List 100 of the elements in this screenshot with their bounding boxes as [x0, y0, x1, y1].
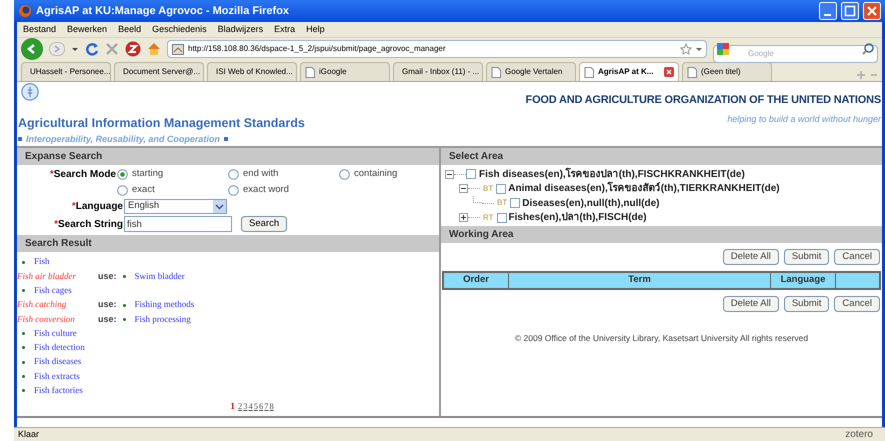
- reload-icon[interactable]: [85, 42, 99, 56]
- close-icon[interactable]: [664, 67, 674, 77]
- bullet-icon: [22, 289, 25, 292]
- bullet-icon: [122, 304, 126, 307]
- action-button[interactable]: Submit: [784, 249, 830, 265]
- menu-item[interactable]: Bewerken: [67, 22, 108, 36]
- result-link[interactable]: Swim bladder: [134, 270, 185, 284]
- language-dropdown[interactable]: English: [124, 199, 227, 214]
- tree-item[interactable]: Fish diseases(en),โรคของปลา(th),FISCHKRANKHEIT(de): [479, 166, 745, 182]
- column-header: Order: [444, 273, 509, 288]
- menu-item[interactable]: Bladwijzers: [218, 22, 264, 36]
- search-icon[interactable]: [862, 43, 874, 55]
- checkbox[interactable]: [466, 169, 476, 180]
- new-tab-icon[interactable]: [855, 69, 867, 81]
- menu-item[interactable]: Extra: [274, 22, 296, 36]
- collapse-icon[interactable]: [459, 184, 468, 194]
- bullet-icon: [22, 360, 25, 364]
- minimize-button[interactable]: [819, 2, 837, 20]
- dropdown-icon[interactable]: [71, 45, 79, 53]
- page-link[interactable]: 1: [230, 400, 235, 414]
- non-preferred-term: Fish catching: [17, 298, 68, 312]
- checkbox[interactable]: [496, 184, 506, 194]
- tree-item[interactable]: Animal diseases(en),โรคของสัตว์(th),TIERKRANKHEIT(de): [508, 181, 780, 196]
- browser-tab[interactable]: Google Vertalen: [486, 62, 576, 81]
- page-link[interactable]: 8: [270, 400, 274, 414]
- radio-label: exact word: [243, 182, 289, 197]
- expand-icon[interactable]: [459, 213, 468, 222]
- field-label: *Search String: [54, 218, 123, 232]
- back-button[interactable]: [21, 38, 43, 60]
- address-bar[interactable]: http://158.108.80.36/dspace-1_5_2/jspui/submit/page_agrovoc_manager: [167, 40, 707, 58]
- result-link[interactable]: Fish cages: [34, 284, 72, 298]
- search-string-field[interactable]: fish: [124, 216, 232, 232]
- browser-tab[interactable]: Gmail - Inbox (11) - ...: [393, 62, 483, 81]
- action-button[interactable]: Delete All: [722, 296, 779, 312]
- checkbox[interactable]: [496, 212, 507, 223]
- radio-label: end with: [243, 166, 278, 181]
- menu-item[interactable]: Help: [306, 22, 325, 36]
- slogan: helping to build a world without hunger: [727, 112, 881, 126]
- close-button[interactable]: [863, 2, 881, 20]
- radio-button[interactable]: [228, 168, 239, 180]
- tree-item[interactable]: Diseases(en),null(th),null(de): [522, 196, 660, 211]
- radio-button[interactable]: [117, 168, 128, 180]
- action-button[interactable]: Submit: [784, 296, 830, 312]
- radio-label: exact: [132, 182, 155, 197]
- result-link[interactable]: Fish processing: [134, 312, 191, 326]
- browser-tab[interactable]: AgrisAP at K...: [579, 62, 679, 81]
- result-link[interactable]: Fish detection: [34, 341, 85, 355]
- menu-item[interactable]: Bestand: [23, 22, 56, 36]
- star-icon[interactable]: [680, 43, 692, 55]
- forward-button[interactable]: [49, 42, 65, 56]
- stop-icon[interactable]: [105, 42, 119, 56]
- non-preferred-term: Fish conversion: [17, 312, 76, 326]
- page-link[interactable]: 5: [254, 400, 258, 414]
- browser-tab[interactable]: ISI Web of Knowled...: [207, 62, 297, 81]
- field-label: *Search Mode: [50, 168, 116, 182]
- result-link[interactable]: Fish: [34, 255, 50, 269]
- zotero-label[interactable]: zotero: [845, 427, 881, 441]
- result-link[interactable]: Fishing methods: [134, 298, 194, 312]
- dropdown-icon[interactable]: [696, 46, 702, 52]
- relation-label: BT: [497, 197, 508, 210]
- action-button[interactable]: Cancel: [834, 249, 880, 265]
- result-link[interactable]: Fish diseases: [34, 355, 82, 369]
- radio-button[interactable]: [339, 168, 350, 180]
- radio-label: containing: [354, 166, 398, 181]
- search-engine-icon[interactable]: [717, 43, 729, 55]
- bullet-icon: [22, 389, 25, 392]
- result-link[interactable]: Fish factories: [34, 384, 83, 398]
- section-heading: Expanse Search: [17, 148, 439, 165]
- page-link[interactable]: 4: [248, 400, 253, 414]
- section-heading: Working Area: [441, 226, 882, 243]
- menu-item[interactable]: Geschiedenis: [152, 22, 207, 36]
- browser-tab[interactable]: iGoogle: [300, 62, 390, 81]
- menu-item[interactable]: Beeld: [118, 22, 142, 36]
- home-icon[interactable]: [147, 42, 161, 56]
- browser-tab[interactable]: Document Server@...: [114, 62, 204, 81]
- search-field[interactable]: Google: [713, 44, 878, 62]
- page-link[interactable]: 2: [238, 400, 242, 414]
- page-link[interactable]: 3: [243, 400, 248, 414]
- radio-button[interactable]: [228, 184, 239, 196]
- page-link[interactable]: 6: [259, 400, 264, 414]
- action-button[interactable]: Delete All: [722, 249, 779, 265]
- radio-label: starting: [132, 166, 164, 181]
- browser-tab[interactable]: (Geen titel): [682, 62, 772, 81]
- browser-icon: [18, 4, 32, 18]
- collapse-icon[interactable]: [445, 170, 454, 179]
- browser-tab[interactable]: UHasselt - Personee...: [21, 62, 111, 81]
- bullet-icon: [18, 137, 22, 142]
- result-link[interactable]: Fish culture: [34, 326, 77, 340]
- tree-item[interactable]: Fishes(en),ปลา(th),FISCH(de): [508, 210, 647, 226]
- result-link[interactable]: Fish extracts: [34, 370, 80, 384]
- page-link[interactable]: 7: [264, 400, 268, 414]
- use-label: use:: [98, 270, 117, 283]
- maximize-button[interactable]: [841, 2, 859, 20]
- action-button[interactable]: Cancel: [834, 296, 880, 312]
- checkbox[interactable]: [510, 198, 520, 208]
- dropdown-icon[interactable]: [213, 200, 226, 213]
- bullet-icon: [22, 260, 25, 264]
- radio-button[interactable]: [117, 184, 128, 196]
- page-icon: [305, 66, 315, 78]
- search-button[interactable]: Search: [241, 216, 288, 232]
